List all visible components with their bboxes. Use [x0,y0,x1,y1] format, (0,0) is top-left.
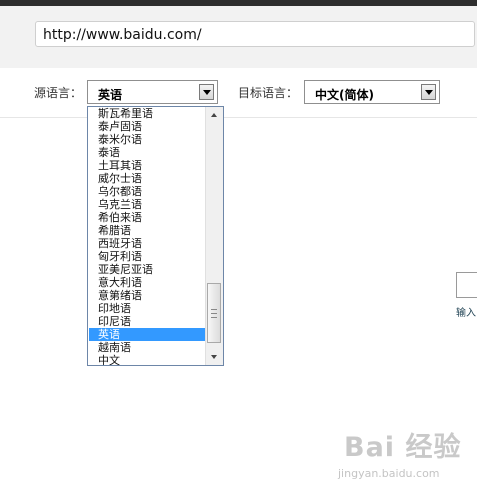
language-option[interactable]: 西班牙语 [89,237,206,250]
source-language-label: 源语言： [34,86,83,100]
arrow-up-icon [211,113,217,117]
language-option[interactable]: 泰语 [89,146,206,159]
language-option[interactable]: 斯瓦希里语 [89,107,206,120]
target-language-select[interactable]: 中文(简体) [304,80,440,104]
language-option[interactable]: 泰卢固语 [89,120,206,133]
scroll-up-button[interactable] [207,108,221,122]
language-option[interactable]: 乌尔都语 [89,185,206,198]
target-dropdown-button[interactable] [421,84,436,100]
language-option[interactable]: 希伯来语 [89,211,206,224]
language-option[interactable]: 意大利语 [89,276,206,289]
target-language-value: 中文(简体) [315,88,374,102]
chevron-down-icon [424,89,433,95]
dropdown-scrollbar[interactable] [205,107,223,365]
language-option[interactable]: 威尔士语 [89,172,206,185]
watermark-logo-text: Bai 经验 [344,432,462,463]
language-option[interactable]: 泰米尔语 [89,133,206,146]
language-option[interactable]: 中文 [89,354,206,365]
translation-bar: 源语言： 英语 目标语言： 中文(简体) [0,68,477,118]
language-option-selected[interactable]: 英语 [89,328,206,341]
grip-icon [211,308,217,318]
source-language-dropdown[interactable]: 斯瓦希里语 泰卢固语 泰米尔语 泰语 土耳其语 威尔士语 乌尔都语 乌克兰语 希… [87,106,224,366]
target-language-label: 目标语言： [238,86,299,100]
source-language-value: 英语 [98,88,123,102]
language-option[interactable]: 意第绪语 [89,289,206,302]
text-input-box[interactable] [456,272,477,298]
scrollbar-thumb[interactable] [207,283,221,343]
source-language-select[interactable]: 英语 [87,80,218,104]
scroll-down-button[interactable] [207,350,221,364]
language-option[interactable]: 土耳其语 [89,159,206,172]
chevron-down-icon [202,89,211,95]
url-input[interactable]: http://www.baidu.com/ [35,21,475,47]
language-option[interactable]: 匈牙利语 [89,250,206,263]
language-option[interactable]: 亚美尼亚语 [89,263,206,276]
language-option[interactable]: 乌克兰语 [89,198,206,211]
language-option[interactable]: 印尼语 [89,315,206,328]
source-dropdown-button[interactable] [199,84,214,100]
language-option[interactable]: 越南语 [89,341,206,354]
watermark-url: jingyan.baidu.com [338,467,440,480]
arrow-down-icon [211,355,217,359]
language-option[interactable]: 印地语 [89,302,206,315]
input-label: 输入 [456,308,476,319]
language-option-list: 斯瓦希里语 泰卢固语 泰米尔语 泰语 土耳其语 威尔士语 乌尔都语 乌克兰语 希… [89,107,206,365]
language-option[interactable]: 希腊语 [89,224,206,237]
watermark: Bai 经验 jingyan.baidu.com [330,425,475,485]
address-bar-area: http://www.baidu.com/ [0,6,477,69]
